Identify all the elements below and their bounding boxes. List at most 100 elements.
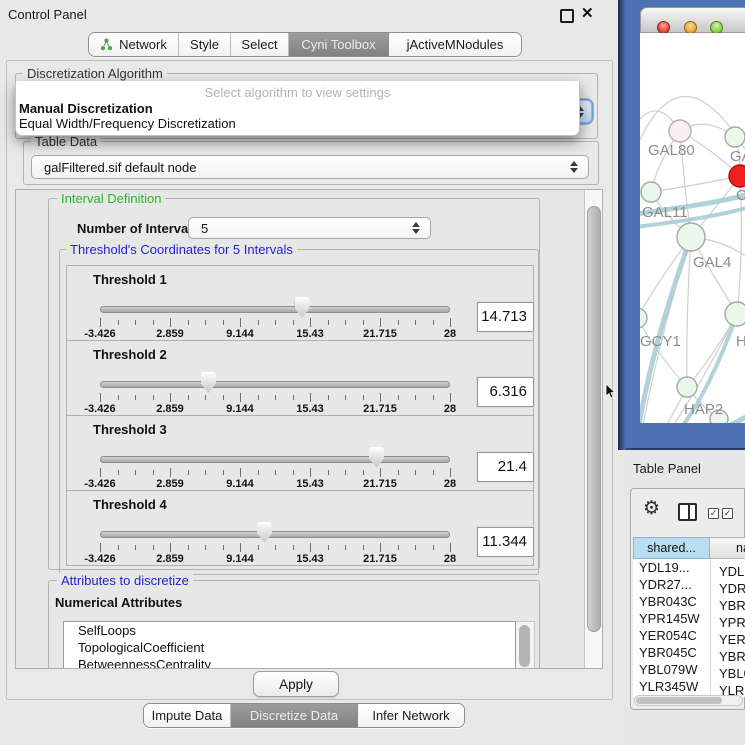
tick-mark — [293, 320, 294, 325]
cell-shared-name[interactable]: YER054C — [633, 627, 710, 644]
tick-mark — [100, 543, 101, 552]
dropdown-item-manual-discretization[interactable]: Manual Discretization — [19, 101, 153, 116]
thresholds-group-title: Threshold's Coordinates for 5 Intervals — [66, 242, 297, 257]
columns-icon[interactable] — [678, 503, 697, 521]
attribute-list-item[interactable]: SelfLoops — [64, 622, 515, 639]
number-of-intervals-combobox[interactable]: 5 — [188, 217, 431, 239]
tab-select[interactable]: Select — [231, 33, 289, 56]
tick-mark — [240, 393, 241, 402]
network-node[interactable] — [677, 377, 697, 397]
number-of-intervals-value: 5 — [189, 221, 208, 236]
threshold-label: Threshold 1 — [93, 272, 167, 287]
table-row[interactable]: YPR145WYPR1 — [633, 610, 745, 627]
threshold-panels: Threshold 1 -3.4262.8599.14415.4321.71528… — [66, 266, 534, 566]
apply-button[interactable]: Apply — [253, 671, 339, 697]
cell-shared-name[interactable]: YBL079W — [633, 661, 710, 678]
tick-mark — [363, 395, 364, 400]
close-icon[interactable]: ✕ — [581, 4, 594, 22]
network-canvas[interactable]: GAL80GACGAL11GAL4GCY1HHAP2 — [640, 33, 745, 423]
table-row[interactable]: YBL079WYBL0 — [633, 661, 745, 678]
node-label: H — [736, 333, 745, 350]
tab-jactivemnodules[interactable]: jActiveMNodules — [389, 33, 521, 56]
node-label: C — [736, 187, 745, 204]
column-header-name[interactable]: na... — [710, 537, 745, 559]
tab-network[interactable]: Network — [89, 33, 179, 56]
threshold-value-field[interactable]: 14.713 — [477, 302, 534, 332]
tick-mark — [153, 320, 154, 325]
threshold-value-field[interactable]: 6.316 — [477, 377, 534, 407]
cell-shared-name[interactable]: YBR043C — [633, 593, 710, 610]
table-data-combobox[interactable]: galFiltered.sif default node — [31, 155, 589, 179]
scrollbar-thumb[interactable] — [519, 625, 530, 667]
slider-handle[interactable] — [201, 372, 216, 393]
gear-icon[interactable]: ⚙ — [643, 497, 660, 519]
slider-ticks — [100, 468, 451, 478]
tab-style[interactable]: Style — [179, 33, 231, 56]
tick-label: 21.715 — [363, 328, 397, 340]
cell-shared-name[interactable]: YDL19... — [633, 559, 710, 576]
table-row[interactable]: YBR045CYBR0 — [633, 644, 745, 661]
table-horizontal-scrollbar[interactable] — [634, 695, 743, 706]
scrollbar-thumb[interactable] — [587, 206, 601, 632]
dropdown-prompt[interactable]: Select algorithm to view settings — [16, 85, 579, 100]
column-header-shared-name[interactable]: shared... — [633, 537, 710, 559]
table-row[interactable]: YBR043CYBR0 — [633, 593, 745, 610]
tick-mark — [415, 395, 416, 400]
tick-mark — [275, 545, 276, 550]
tick-mark — [363, 545, 364, 550]
threshold-value-field[interactable]: 21.4 — [477, 452, 534, 482]
attribute-list-item[interactable]: BetweennessCentrality — [64, 656, 515, 669]
network-node[interactable] — [725, 127, 745, 147]
slider-ticks — [100, 318, 451, 328]
table-row[interactable]: YDL19...YDL1 — [633, 559, 745, 576]
network-node[interactable] — [729, 165, 745, 187]
table-row[interactable]: YDR27...YDR2 — [633, 576, 745, 593]
tick-mark — [170, 318, 171, 327]
network-node[interactable] — [641, 182, 661, 202]
slider-tick-labels: -3.4262.8599.14415.4321.71528 — [100, 328, 451, 340]
attributes-list-scrollbar[interactable] — [516, 621, 535, 669]
tick-mark — [380, 393, 381, 402]
tick-mark — [293, 545, 294, 550]
tick-label: -3.426 — [84, 403, 115, 415]
table-row[interactable]: YLR345WYLR3 — [633, 678, 745, 695]
network-node[interactable] — [677, 223, 705, 251]
network-edge[interactable] — [687, 237, 691, 387]
checkbox-icon[interactable]: ✓ — [708, 508, 719, 519]
network-edge[interactable] — [651, 176, 740, 192]
network-node[interactable] — [669, 120, 691, 142]
tick-mark — [450, 393, 451, 402]
slider-handle[interactable] — [369, 447, 384, 468]
network-node[interactable] — [640, 308, 647, 328]
network-edge[interactable] — [640, 419, 719, 423]
cell-shared-name[interactable]: YPR145W — [633, 610, 710, 627]
slider-track[interactable] — [100, 531, 450, 538]
node-label: GA — [730, 148, 745, 165]
table-row[interactable]: YER054CYER0 — [633, 627, 745, 644]
tick-mark — [275, 395, 276, 400]
cell-shared-name[interactable]: YBR045C — [633, 644, 710, 661]
tab-discretize-data[interactable]: Discretize Data — [231, 704, 358, 727]
cell-shared-name[interactable]: YLR345W — [633, 678, 710, 695]
cell-shared-name[interactable]: YDR27... — [633, 576, 710, 593]
tick-mark — [188, 470, 189, 475]
attribute-list-item[interactable]: TopologicalCoefficient — [64, 639, 515, 656]
slider-track[interactable] — [100, 381, 450, 388]
slider-track[interactable] — [100, 306, 450, 313]
network-window-titlebar[interactable] — [640, 7, 745, 33]
numerical-attributes-label: Numerical Attributes — [55, 595, 182, 610]
network-node[interactable] — [725, 302, 745, 326]
thresholds-group: Threshold's Coordinates for 5 Intervals … — [59, 249, 539, 575]
dropdown-item-equal-width-frequency[interactable]: Equal Width/Frequency Discretization — [19, 116, 236, 131]
tab-cyni-toolbox[interactable]: Cyni Toolbox — [289, 33, 389, 56]
slider-track[interactable] — [100, 456, 450, 463]
checkbox-icon[interactable]: ✓ — [722, 508, 733, 519]
tab-impute-data[interactable]: Impute Data — [144, 704, 231, 727]
slider-handle[interactable] — [295, 297, 310, 318]
tab-infer-network[interactable]: Infer Network — [358, 704, 464, 727]
threshold-value-field[interactable]: 11.344 — [477, 527, 534, 557]
scrollbar-thumb[interactable] — [636, 697, 722, 704]
settings-vertical-scrollbar[interactable] — [584, 190, 603, 668]
slider-handle[interactable] — [257, 522, 272, 543]
float-panel-icon[interactable] — [560, 9, 574, 23]
